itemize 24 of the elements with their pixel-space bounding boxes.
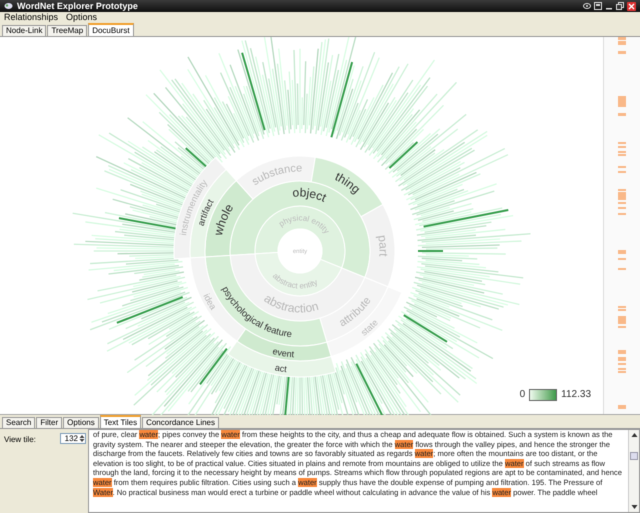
legend-gradient xyxy=(529,388,558,400)
window-icon[interactable] xyxy=(594,2,602,10)
menu-item[interactable]: Relationships xyxy=(4,11,58,25)
view-tile-label: View tile: xyxy=(4,434,36,446)
legend-max-label: 112.33 xyxy=(561,388,591,402)
window-title: WordNet Explorer Prototype xyxy=(17,2,138,10)
tab[interactable]: Search xyxy=(2,417,36,428)
legend-min-label: 0 xyxy=(520,388,526,402)
tab[interactable]: Filter xyxy=(36,417,62,428)
scroll-thumb[interactable] xyxy=(630,452,638,460)
eye-icon[interactable] xyxy=(583,2,591,10)
tab[interactable]: Options xyxy=(63,417,99,428)
tab[interactable]: Concordance Lines xyxy=(142,417,219,428)
tile-spinner[interactable]: 132 xyxy=(60,433,86,444)
scrollbar[interactable] xyxy=(628,430,639,512)
tab[interactable]: TreeMap xyxy=(47,25,88,36)
tab[interactable]: Node-Link xyxy=(2,25,46,36)
app-icon xyxy=(4,2,13,10)
menu-item[interactable]: Options xyxy=(66,11,98,25)
close-icon[interactable] xyxy=(627,2,636,10)
tab[interactable]: Text Tiles xyxy=(100,415,142,428)
spinner-arrows-icon[interactable] xyxy=(79,434,85,443)
tab[interactable]: DocuBurst xyxy=(88,23,134,36)
restore-icon[interactable] xyxy=(616,2,624,10)
